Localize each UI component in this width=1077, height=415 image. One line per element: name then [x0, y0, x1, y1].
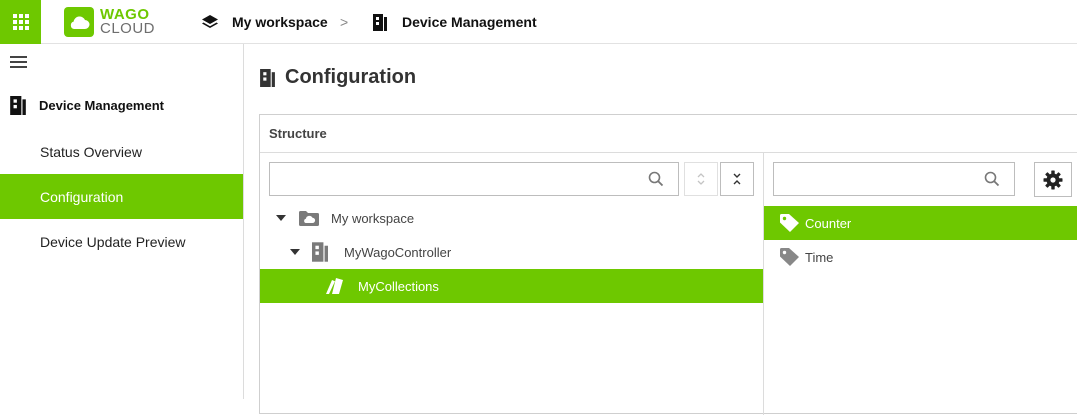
device-icon: [10, 96, 26, 115]
sidebar-item-label: Status Overview: [40, 143, 142, 160]
sidebar-item-device-update-preview[interactable]: Device Update Preview: [0, 219, 243, 264]
device-icon: [260, 68, 275, 87]
sidebar: Device Management Status Overview Config…: [0, 44, 244, 399]
sidebar-item-label: Device Update Preview: [40, 233, 186, 250]
settings-button[interactable]: [1034, 162, 1072, 197]
tag-item-time[interactable]: Time: [764, 240, 1077, 274]
tag-icon: [780, 248, 800, 266]
tag-search-input[interactable]: [774, 163, 1014, 195]
collapse-icon: [732, 171, 742, 187]
layers-icon: [201, 13, 219, 31]
structure-panel: Structure My workspace MyWagoController …: [259, 114, 1077, 415]
page-title: Configuration: [260, 66, 416, 89]
collapse-all-button[interactable]: [720, 162, 754, 196]
tree-pane: My workspace MyWagoController MyCollecti…: [260, 153, 764, 415]
gear-icon: [1043, 170, 1063, 190]
tag-icon: [780, 214, 800, 232]
tree-node-label: MyCollections: [358, 278, 439, 294]
breadcrumb-workspace-label: My workspace: [232, 14, 328, 30]
sidebar-item-label: Configuration: [40, 188, 124, 205]
app-launcher-button[interactable]: [0, 0, 41, 44]
sidebar-item-status-overview[interactable]: Status Overview: [0, 129, 243, 174]
tree-node-workspace[interactable]: My workspace: [260, 201, 763, 235]
logo-text-cloud: CLOUD: [100, 20, 156, 37]
expand-caret-icon[interactable]: [276, 215, 286, 221]
cloud-folder-icon: [299, 210, 319, 226]
page-title-text: Configuration: [285, 66, 417, 88]
tree-search-input-wrapper: [269, 162, 679, 196]
top-bar: WAGO CLOUD My workspace > Device Managem…: [0, 0, 1077, 44]
cloud-logo-icon: [64, 7, 94, 37]
tree-node-label: MyWagoController: [344, 244, 452, 260]
tree-node-collection[interactable]: MyCollections: [260, 269, 763, 303]
breadcrumb-separator: >: [340, 14, 349, 30]
tag-item-counter[interactable]: Counter: [764, 206, 1077, 240]
tag-item-label: Counter: [805, 215, 852, 231]
breadcrumb-current[interactable]: Device Management: [373, 0, 537, 44]
tag-search-input-wrapper: [773, 162, 1015, 196]
panel-header: Structure: [260, 115, 1077, 153]
sort-button[interactable]: [684, 162, 718, 196]
sort-icon: [696, 171, 706, 187]
tree-node-controller[interactable]: MyWagoController: [260, 235, 763, 269]
grid-icon: [12, 14, 29, 30]
controller-icon: [312, 242, 328, 262]
expand-caret-icon[interactable]: [290, 249, 300, 255]
sidebar-section-title: Device Management: [10, 96, 164, 115]
tree-search-input[interactable]: [270, 163, 678, 195]
collection-icon: [324, 277, 344, 295]
breadcrumb-workspace[interactable]: My workspace: [201, 0, 328, 44]
sidebar-section-label: Device Management: [39, 98, 164, 113]
menu-toggle-icon[interactable]: [10, 56, 27, 68]
wago-cloud-logo[interactable]: WAGO CLOUD: [64, 6, 155, 38]
search-icon: [648, 171, 664, 192]
sidebar-item-configuration[interactable]: Configuration: [0, 174, 243, 219]
device-icon: [373, 13, 387, 31]
tree-node-label: My workspace: [331, 210, 415, 226]
breadcrumb-current-label: Device Management: [402, 14, 537, 30]
tag-item-label: Time: [805, 249, 834, 265]
tags-pane: Counter Time: [764, 153, 1077, 415]
search-icon: [984, 171, 1000, 192]
